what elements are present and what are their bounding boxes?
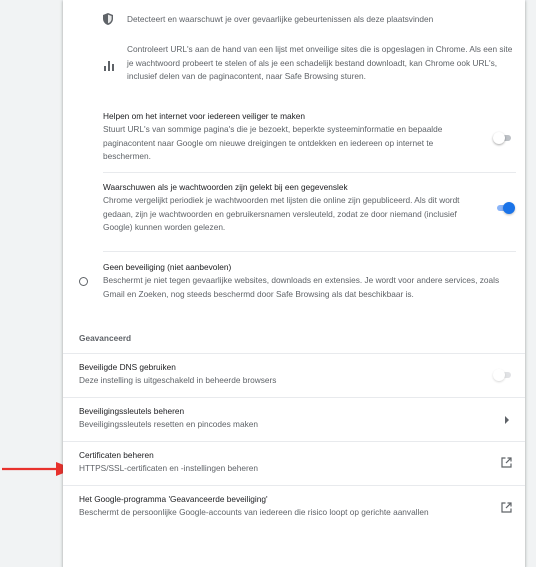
security-keys-title: Beveiligingssleutels beheren <box>79 406 185 416</box>
help-improve-title: Helpen om het internet voor iedereen vei… <box>103 111 306 121</box>
help-improve-description: Stuurt URL's van sommige pagina's die je… <box>103 124 443 161</box>
certificates-title: Certificaten beheren <box>79 450 154 460</box>
advanced-protection-subtitle: Beschermt de persoonlijke Google-account… <box>79 507 429 517</box>
password-leak-description: Chrome vergelijkt periodiek je wachtwoor… <box>103 195 460 232</box>
shield-icon <box>103 13 113 25</box>
secure-dns-toggle <box>493 369 513 381</box>
password-leak-title: Waarschuwen als je wachtwoorden zijn gel… <box>103 182 348 192</box>
secure-dns-title: Beveiligde DNS gebruiken <box>79 362 176 372</box>
arrow-right-icon[interactable] <box>504 416 510 424</box>
password-leak-toggle[interactable] <box>495 202 515 214</box>
advanced-heading: Geavanceerd <box>79 333 132 343</box>
divider <box>103 251 516 252</box>
enhanced-bullet-2: Controleert URL's aan de hand van een li… <box>127 44 513 81</box>
certificates-subtitle: HTTPS/SSL-certificaten en -instellingen … <box>79 463 258 473</box>
no-protection-title: Geen beveiliging (niet aanbevolen) <box>103 262 232 272</box>
help-improve-toggle[interactable] <box>493 132 513 144</box>
bar-chart-icon <box>104 61 114 71</box>
open-in-new-icon[interactable] <box>501 502 512 513</box>
security-keys-subtitle: Beveiligingssleutels resetten en pincode… <box>79 419 258 429</box>
divider <box>103 172 516 173</box>
settings-page: Detecteert en waarschuwt je over gevaarl… <box>0 0 536 567</box>
open-in-new-icon[interactable] <box>501 457 512 468</box>
secure-dns-subtitle: Deze instelling is uitgeschakeld in behe… <box>79 375 277 385</box>
no-protection-radio[interactable] <box>79 277 88 286</box>
enhanced-bullet-1: Detecteert en waarschuwt je over gevaarl… <box>127 14 434 24</box>
advanced-protection-title: Het Google-programma 'Geavanceerde bevei… <box>79 494 268 504</box>
no-protection-description: Beschermt je niet tegen gevaarlijke webs… <box>103 275 500 299</box>
